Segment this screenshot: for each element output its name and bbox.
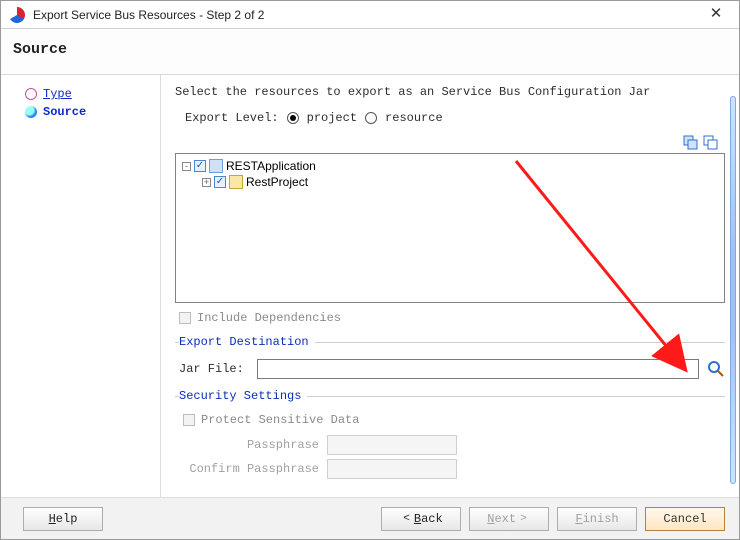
footer-buttons: HHelpelp < Back Next > Finish Cancel [1,497,739,539]
select-all-icon[interactable] [683,135,699,151]
tree-root-row[interactable]: - RESTApplication [182,158,718,174]
wizard-steps-sidebar: Type Source [1,75,161,497]
export-destination-legend: Export Destination [179,335,315,349]
include-dependencies-checkbox [179,312,191,324]
tree-toolbar [175,135,725,153]
resource-tree[interactable]: - RESTApplication + RestProject [175,153,725,303]
page-header: Source [1,29,739,75]
radio-resource[interactable] [365,112,377,124]
body: Type Source Select the resources to expo… [1,75,739,497]
finish-button: Finish [557,507,637,531]
protect-data-label: Protect Sensitive Data [201,413,359,427]
close-icon[interactable]: ✕ [701,5,731,25]
folder-icon [209,159,223,173]
sidebar-item-type[interactable]: Type [1,85,160,103]
include-dependencies-label: Include Dependencies [197,311,341,325]
chevron-right-icon: > [520,513,527,525]
collapse-icon[interactable]: - [182,162,191,171]
protect-data-row: Protect Sensitive Data [179,411,725,433]
passphrase-input [327,435,457,455]
page-title: Source [13,41,727,58]
window-title: Export Service Bus Resources - Step 2 of… [33,8,701,22]
browse-icon[interactable] [707,360,725,378]
tree-child-row[interactable]: + RestProject [182,174,718,190]
instruction-text: Select the resources to export as an Ser… [175,81,725,109]
jar-file-label: Jar File: [179,362,249,376]
app-logo-icon [9,7,25,23]
security-settings-group: Security Settings Protect Sensitive Data… [175,389,725,481]
chevron-left-icon: < [403,513,410,525]
export-level-label: Export Level: [185,111,279,125]
export-level-row: Export Level: project resource [175,109,725,135]
radio-resource-label: resource [385,111,443,125]
back-button[interactable]: < Back [381,507,461,531]
sidebar-item-label[interactable]: Type [43,87,72,101]
help-button[interactable]: HHelpelp [23,507,103,531]
radio-project-label: project [307,111,357,125]
checkbox-root[interactable] [194,160,206,172]
main-panel: Select the resources to export as an Ser… [161,75,739,497]
sidebar-item-label: Source [43,105,86,119]
expand-icon[interactable]: + [202,178,211,187]
passphrase-label: Passphrase [179,438,319,452]
step-bullet-icon [25,88,37,100]
confirm-passphrase-input [327,459,457,479]
export-destination-group: Export Destination Jar File: [175,335,725,381]
project-icon [229,175,243,189]
cancel-button[interactable]: Cancel [645,507,725,531]
tree-node-label: RestProject [246,175,308,189]
confirm-passphrase-label: Confirm Passphrase [179,462,319,476]
security-settings-legend: Security Settings [179,389,307,403]
radio-project[interactable] [287,112,299,124]
deselect-all-icon[interactable] [703,135,719,151]
protect-data-checkbox [183,414,195,426]
vertical-scrollbar[interactable] [730,96,736,484]
passphrase-field: Passphrase [179,433,725,457]
step-current-icon [25,106,37,118]
checkbox-child[interactable] [214,176,226,188]
dialog-window: Export Service Bus Resources - Step 2 of… [0,0,740,540]
jar-file-field: Jar File: [179,357,725,381]
include-dependencies-row: Include Dependencies [175,303,725,331]
titlebar: Export Service Bus Resources - Step 2 of… [1,1,739,29]
tree-node-label: RESTApplication [226,159,316,173]
jar-file-input[interactable] [257,359,699,379]
next-button: Next > [469,507,549,531]
sidebar-item-source[interactable]: Source [1,103,160,121]
confirm-passphrase-field: Confirm Passphrase [179,457,725,481]
